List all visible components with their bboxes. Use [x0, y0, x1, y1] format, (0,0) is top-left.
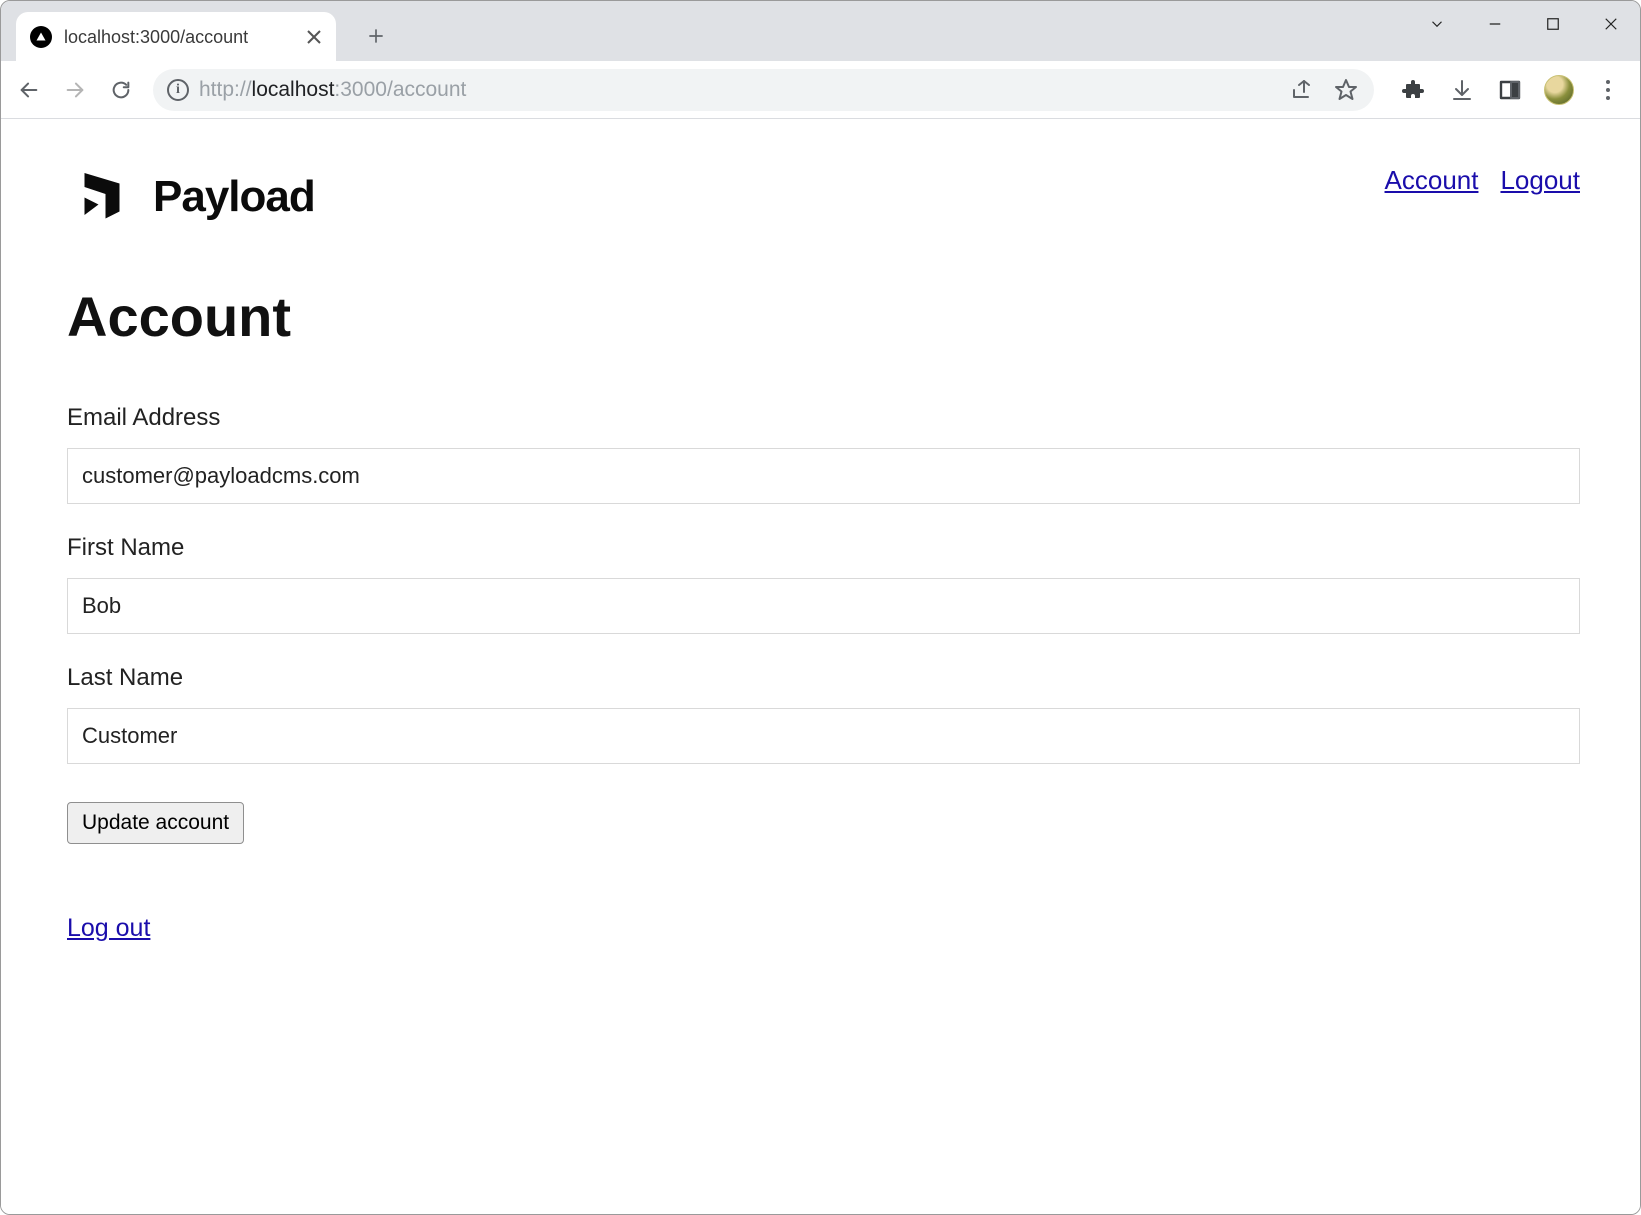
- nav-link-account[interactable]: Account: [1385, 165, 1479, 196]
- tab-title: localhost:3000/account: [64, 27, 294, 48]
- brand: Payload: [67, 159, 315, 234]
- browser-menu-button[interactable]: [1594, 80, 1622, 100]
- extensions-icon[interactable]: [1400, 76, 1428, 104]
- url-host: localhost: [252, 78, 335, 101]
- browser-tab[interactable]: localhost:3000/account: [16, 12, 336, 62]
- tab-search-button[interactable]: [1408, 1, 1466, 46]
- logout-link[interactable]: Log out: [67, 914, 150, 943]
- email-input[interactable]: [67, 448, 1580, 504]
- account-form: Email Address First Name Last Name Updat…: [67, 404, 1580, 844]
- window-controls: [1408, 1, 1640, 46]
- nav-link-logout[interactable]: Logout: [1500, 165, 1580, 196]
- window-close-button[interactable]: [1582, 1, 1640, 46]
- share-icon[interactable]: [1288, 76, 1316, 104]
- url-text: http://localhost:3000/account: [199, 78, 1278, 102]
- side-panel-icon[interactable]: [1496, 76, 1524, 104]
- last-name-label: Last Name: [67, 664, 1580, 692]
- url-port: :3000: [334, 78, 387, 101]
- field-last-name: Last Name: [67, 664, 1580, 764]
- favicon-icon: [30, 26, 52, 48]
- profile-avatar[interactable]: [1544, 75, 1574, 105]
- forward-button[interactable]: [55, 70, 95, 110]
- close-tab-button[interactable]: [306, 29, 322, 45]
- first-name-input[interactable]: [67, 578, 1580, 634]
- page-title: Account: [67, 284, 1580, 349]
- brand-name: Payload: [153, 172, 315, 222]
- window-minimize-button[interactable]: [1466, 1, 1524, 46]
- header-nav: Account Logout: [1385, 159, 1580, 196]
- site-info-icon[interactable]: i: [167, 79, 189, 101]
- new-tab-button[interactable]: [356, 16, 396, 56]
- browser-toolbar: i http://localhost:3000/account: [1, 61, 1640, 119]
- page-header: Payload Account Logout: [67, 159, 1580, 234]
- omnibox-actions: [1288, 76, 1360, 104]
- url-scheme: http://: [199, 78, 252, 101]
- downloads-icon[interactable]: [1448, 76, 1476, 104]
- last-name-input[interactable]: [67, 708, 1580, 764]
- field-email: Email Address: [67, 404, 1580, 504]
- field-first-name: First Name: [67, 534, 1580, 634]
- page-content: Payload Account Logout Account Email Add…: [1, 119, 1640, 1023]
- address-bar[interactable]: i http://localhost:3000/account: [153, 69, 1374, 111]
- update-account-button[interactable]: Update account: [67, 802, 244, 844]
- payload-logo-icon: [67, 159, 137, 234]
- bookmark-star-icon[interactable]: [1332, 76, 1360, 104]
- titlebar: localhost:3000/account: [1, 1, 1640, 61]
- back-button[interactable]: [9, 70, 49, 110]
- toolbar-right: [1386, 75, 1632, 105]
- window-maximize-button[interactable]: [1524, 1, 1582, 46]
- browser-window: localhost:3000/account: [0, 0, 1641, 1215]
- viewport[interactable]: Payload Account Logout Account Email Add…: [1, 119, 1640, 1214]
- first-name-label: First Name: [67, 534, 1580, 562]
- email-label: Email Address: [67, 404, 1580, 432]
- reload-button[interactable]: [101, 70, 141, 110]
- url-path: /account: [387, 78, 466, 101]
